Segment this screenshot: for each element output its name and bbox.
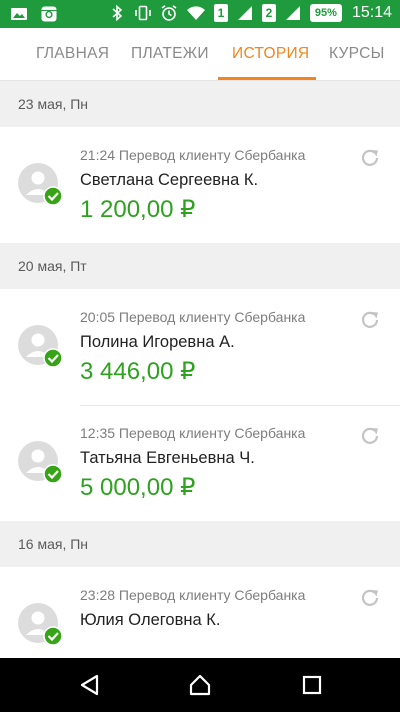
- active-tab-indicator: [218, 77, 316, 80]
- home-icon[interactable]: [188, 673, 212, 697]
- tab-rates[interactable]: КУРСЫ: [329, 28, 385, 80]
- repeat-icon[interactable]: [360, 309, 382, 331]
- transaction-meta: 12:35 Перевод клиенту Сбербанка: [80, 425, 306, 441]
- date-header: 20 мая, Пт: [0, 243, 400, 289]
- sim2-badge: 2: [261, 4, 276, 22]
- avatar-icon: [18, 441, 62, 484]
- transaction-item[interactable]: 20:05 Перевод клиенту Сбербанка Полина И…: [0, 289, 400, 405]
- vibrate-icon: [135, 5, 151, 21]
- transaction-meta: 23:28 Перевод клиенту Сбербанка: [80, 587, 306, 603]
- avatar-icon: [18, 163, 62, 206]
- transaction-amount: 5 000,00 ₽: [80, 474, 196, 501]
- recipient-name: Светлана Сергеевна К.: [80, 171, 259, 189]
- alarm-icon: [161, 5, 177, 21]
- recipient-name: Юлия Олеговна К.: [80, 611, 221, 629]
- transaction-meta: 20:05 Перевод клиенту Сбербанка: [80, 309, 306, 325]
- avatar-icon: [18, 325, 62, 368]
- battery-indicator: 95%: [309, 4, 342, 22]
- transaction-item[interactable]: 12:35 Перевод клиенту Сбербанка Татьяна …: [0, 405, 400, 521]
- signal-icon: [285, 6, 300, 20]
- signal-icon: [237, 6, 252, 20]
- tab-main[interactable]: ГЛАВНАЯ: [36, 28, 109, 80]
- recipient-name: Полина Игоревна А.: [80, 333, 235, 351]
- transaction-group: 21:24 Перевод клиенту Сбербанка Светлана…: [0, 127, 400, 243]
- wifi-icon: [186, 6, 205, 21]
- date-header: 16 мая, Пн: [0, 521, 400, 567]
- repeat-icon[interactable]: [360, 425, 382, 447]
- tab-payments[interactable]: ПЛАТЕЖИ: [131, 28, 209, 80]
- transaction-amount: 3 446,00 ₽: [80, 358, 196, 385]
- bluetooth-icon: [112, 4, 123, 22]
- tab-history[interactable]: ИСТОРИЯ: [232, 28, 309, 80]
- recipient-name: Татьяна Евгеньевна Ч.: [80, 449, 255, 467]
- system-nav-bar: [0, 658, 400, 712]
- history-list[interactable]: 23 мая, Пн 21:24 Перевод клиенту Сбербан…: [0, 81, 400, 683]
- status-bar: 1 2 95% 15:14: [0, 0, 400, 28]
- transaction-item[interactable]: 21:24 Перевод клиенту Сбербанка Светлана…: [0, 127, 400, 243]
- avatar-icon: [18, 603, 62, 646]
- instagram-icon: [41, 6, 57, 22]
- transaction-meta: 21:24 Перевод клиенту Сбербанка: [80, 147, 306, 163]
- tab-bar: ГЛАВНАЯ ПЛАТЕЖИ ИСТОРИЯ КУРСЫ: [0, 28, 400, 81]
- back-icon[interactable]: [78, 673, 102, 697]
- recents-icon[interactable]: [300, 673, 324, 697]
- repeat-icon[interactable]: [360, 147, 382, 169]
- transaction-amount: 1 200,00 ₽: [80, 196, 196, 223]
- status-time: 15:14: [351, 4, 392, 21]
- transaction-group: 20:05 Перевод клиенту Сбербанка Полина И…: [0, 289, 400, 521]
- repeat-icon[interactable]: [360, 587, 382, 609]
- gallery-icon: [11, 8, 27, 20]
- date-header: 23 мая, Пн: [0, 81, 400, 127]
- sim1-badge: 1: [213, 4, 228, 22]
